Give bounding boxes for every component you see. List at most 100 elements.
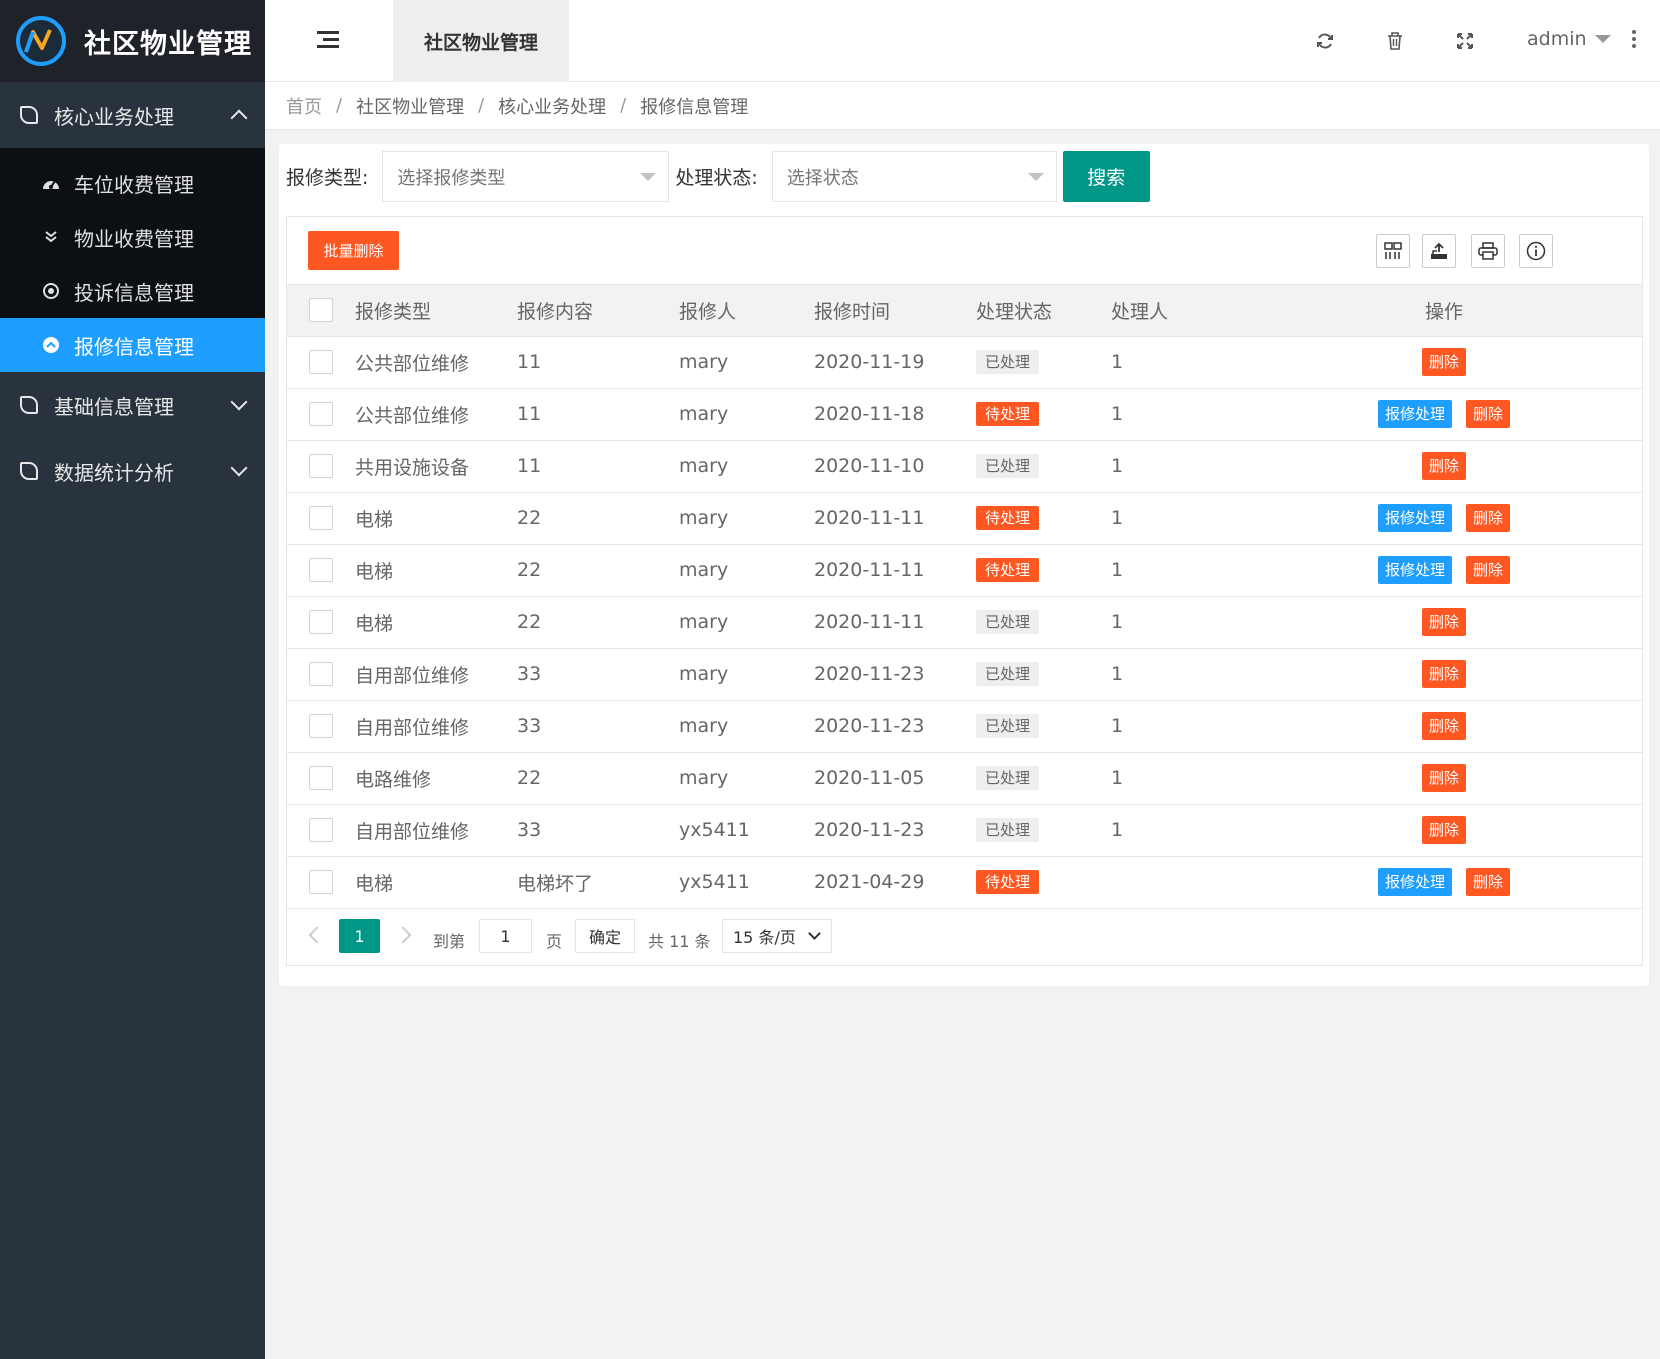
col-header[interactable]: 处理状态 xyxy=(976,285,1111,336)
col-header[interactable]: 报修人 xyxy=(679,285,814,336)
sidebar-item-complaint[interactable]: 投诉信息管理 xyxy=(0,264,265,318)
goto-confirm-button[interactable]: 确定 xyxy=(575,919,635,953)
repair-table: 报修类型 报修内容 报修人 报修时间 处理状态 处理人 操作 公共部位维修 11 m… xyxy=(287,285,1642,908)
filter-bar: 报修类型: 选择报修类型 处理状态: 选择状态 搜索 xyxy=(286,151,1150,202)
cell-content: 22 xyxy=(517,611,542,633)
breadcrumb-item[interactable]: 核心业务处理 xyxy=(498,93,606,119)
delete-button[interactable]: 删除 xyxy=(1466,504,1511,532)
col-header[interactable]: 处理人 xyxy=(1111,285,1246,336)
export-icon[interactable] xyxy=(1422,234,1456,268)
sidebar-group-basic-info[interactable]: 基础信息管理 xyxy=(0,372,265,438)
process-repair-button[interactable]: 报修处理 xyxy=(1377,556,1452,584)
process-repair-button[interactable]: 报修处理 xyxy=(1377,504,1452,532)
select-all-checkbox[interactable] xyxy=(309,298,333,323)
cell-content: 11 xyxy=(517,403,542,425)
chevron-down-icon xyxy=(230,393,248,411)
page-size-select[interactable]: 15 条/页 xyxy=(722,919,832,953)
print-icon[interactable] xyxy=(1471,234,1505,268)
row-checkbox[interactable] xyxy=(309,714,333,738)
table-toolbar: 批量删除 xyxy=(287,217,1642,285)
col-header[interactable]: 报修时间 xyxy=(814,285,976,336)
sidebar-item-repair[interactable]: 报修信息管理 xyxy=(0,318,265,372)
delete-button[interactable]: 删除 xyxy=(1421,816,1466,844)
status-badge: 待处理 xyxy=(976,402,1040,426)
row-checkbox[interactable] xyxy=(309,610,333,634)
delete-button[interactable]: 删除 xyxy=(1421,348,1466,376)
table-row: 自用部位维修 33 yx5411 2020-11-23 已处理 1 删除 xyxy=(287,804,1642,856)
table-row: 自用部位维修 33 mary 2020-11-23 已处理 1 删除 xyxy=(287,700,1642,752)
status-badge: 待处理 xyxy=(976,558,1040,582)
cell-actions: 删除 xyxy=(1246,752,1642,804)
table-body: 公共部位维修 11 mary 2020-11-19 已处理 1 删除 公共部位维修 11 mary… xyxy=(287,336,1642,908)
cell-actions: 删除 xyxy=(1246,440,1642,492)
breadcrumb-item[interactable]: 社区物业管理 xyxy=(356,93,464,119)
chevron-down-icon xyxy=(230,459,248,477)
sidebar-item-parking-fee[interactable]: 车位收费管理 xyxy=(0,156,265,210)
delete-button[interactable]: 删除 xyxy=(1466,868,1511,897)
cell-reporter: mary xyxy=(679,767,729,789)
cell-time: 2020-11-11 xyxy=(814,611,925,633)
user-menu[interactable]: admin xyxy=(1527,28,1611,50)
dashboard-icon xyxy=(40,172,62,194)
tab-community-property[interactable]: 社区物业管理 xyxy=(393,0,569,82)
row-checkbox[interactable] xyxy=(309,662,333,686)
row-checkbox[interactable] xyxy=(309,818,333,842)
delete-button[interactable]: 删除 xyxy=(1466,556,1511,584)
status-select[interactable]: 选择状态 xyxy=(771,151,1057,202)
sidebar-group-statistics[interactable]: 数据统计分析 xyxy=(0,438,265,504)
sidebar-group-label: 核心业务处理 xyxy=(54,104,174,129)
status-badge: 待处理 xyxy=(976,870,1040,895)
columns-icon[interactable] xyxy=(1376,234,1410,268)
process-repair-button[interactable]: 报修处理 xyxy=(1377,400,1452,428)
repair-type-select[interactable]: 选择报修类型 xyxy=(382,151,670,202)
row-checkbox[interactable] xyxy=(309,350,333,374)
trash-icon[interactable] xyxy=(1382,28,1408,54)
sidebar-group-core[interactable]: 核心业务处理 xyxy=(0,82,265,148)
goto-page-input[interactable]: 1 xyxy=(479,919,532,953)
cell-handler: 1 xyxy=(1111,663,1124,685)
breadcrumb: 首页 / 社区物业管理 / 核心业务处理 / 报修信息管理 xyxy=(265,82,1660,130)
sidebar-item-property-fee[interactable]: 物业收费管理 xyxy=(0,210,265,264)
more-vertical-icon[interactable] xyxy=(1632,30,1638,51)
row-checkbox[interactable] xyxy=(309,402,333,426)
search-button[interactable]: 搜索 xyxy=(1062,151,1150,202)
cell-type: 公共部位维修 xyxy=(355,352,470,375)
menu-toggle-icon[interactable] xyxy=(317,31,339,51)
cell-handler: 1 xyxy=(1111,403,1124,425)
row-checkbox[interactable] xyxy=(309,870,333,895)
logo-area[interactable]: 社区物业管理 xyxy=(0,0,265,82)
sidebar-subnav: 车位收费管理 物业收费管理 投诉信息管理 报修信息管理 xyxy=(0,148,265,372)
cell-time: 2020-11-11 xyxy=(814,507,925,529)
row-checkbox[interactable] xyxy=(309,558,333,582)
top-header: 社区物业管理 admin xyxy=(265,0,1660,82)
chevron-up-circle-icon xyxy=(40,334,62,356)
delete-button[interactable]: 删除 xyxy=(1421,608,1466,636)
cell-type: 共用设施设备 xyxy=(355,456,470,479)
cell-handler: 1 xyxy=(1111,819,1124,841)
refresh-icon[interactable] xyxy=(1312,28,1338,54)
row-checkbox[interactable] xyxy=(309,766,333,790)
row-checkbox[interactable] xyxy=(309,506,333,530)
next-page-icon[interactable] xyxy=(394,926,412,944)
prev-page-icon[interactable] xyxy=(308,926,326,944)
row-checkbox[interactable] xyxy=(309,454,333,478)
breadcrumb-home[interactable]: 首页 xyxy=(286,93,322,119)
delete-button[interactable]: 删除 xyxy=(1421,452,1466,480)
cell-handler: 1 xyxy=(1111,507,1124,529)
info-icon[interactable] xyxy=(1519,234,1553,268)
delete-button[interactable]: 删除 xyxy=(1421,764,1466,792)
delete-button[interactable]: 删除 xyxy=(1421,660,1466,688)
cell-actions: 报修处理 删除 xyxy=(1246,856,1642,908)
sidebar-item-label: 车位收费管理 xyxy=(74,172,194,197)
page-current[interactable]: 1 xyxy=(339,919,380,953)
cell-reporter: yx5411 xyxy=(679,871,750,894)
col-header[interactable]: 报修内容 xyxy=(517,285,679,336)
fullscreen-icon[interactable] xyxy=(1452,28,1478,54)
delete-button[interactable]: 删除 xyxy=(1466,400,1511,428)
cell-time: 2020-11-05 xyxy=(814,767,925,789)
process-repair-button[interactable]: 报修处理 xyxy=(1377,868,1452,897)
batch-delete-button[interactable]: 批量删除 xyxy=(308,231,399,270)
delete-button[interactable]: 删除 xyxy=(1421,712,1466,740)
logo-icon xyxy=(16,16,66,66)
col-header[interactable]: 报修类型 xyxy=(355,285,517,336)
